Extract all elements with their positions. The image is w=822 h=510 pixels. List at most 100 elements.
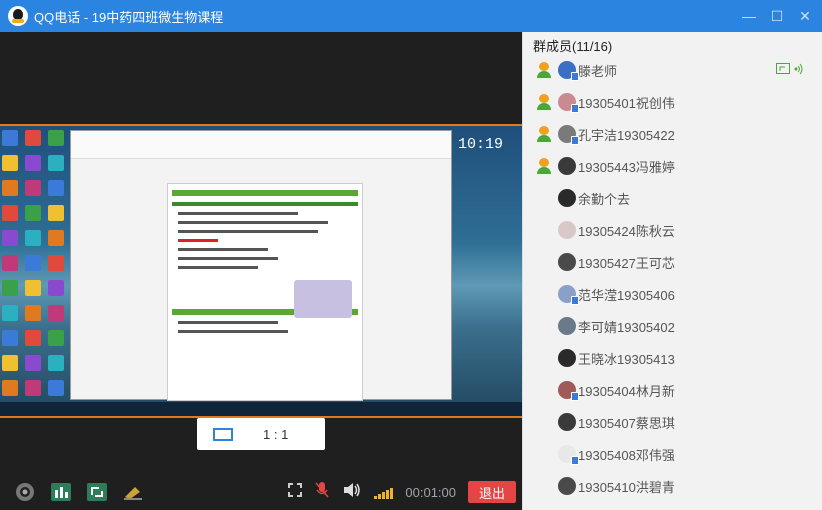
- member-row[interactable]: 19305408邓伟强: [523, 438, 822, 470]
- avatar: [558, 445, 579, 465]
- member-name: 范华滢19305406: [578, 287, 675, 303]
- member-row[interactable]: 孔宇洁19305422: [523, 118, 822, 150]
- desktop-app-icon: [48, 305, 64, 321]
- desktop-app-icon: [48, 380, 64, 396]
- whiteboard-icon[interactable]: [122, 481, 144, 503]
- member-name: 李可婧19305402: [578, 319, 675, 335]
- desktop-icons: [2, 130, 70, 400]
- desktop-app-icon: [2, 205, 18, 221]
- member-name: 19305408邓伟强: [578, 447, 675, 463]
- window-controls: — ☐ ✕: [742, 0, 812, 32]
- avatar: [558, 189, 576, 207]
- desktop-app-icon: [25, 180, 41, 196]
- member-row[interactable]: 19305424陈秋云: [523, 214, 822, 246]
- desktop-app-icon: [2, 380, 18, 396]
- avatar: [558, 413, 576, 431]
- member-list: 滕老师 19305401祝创伟孔宇洁19305422 19305443冯雅婷 余勤个去…: [523, 54, 822, 502]
- desktop-app-icon: [25, 155, 41, 171]
- member-role-spacer: [536, 318, 552, 334]
- desktop-clock: 10:19: [458, 136, 504, 153]
- desktop-app-icon: [48, 155, 64, 171]
- member-row[interactable]: 19305401祝创伟: [523, 86, 822, 118]
- close-button[interactable]: ✕: [798, 9, 812, 23]
- desktop-app-icon: [2, 130, 18, 146]
- member-role-spacer: [536, 190, 552, 206]
- member-name: 19305404林月新: [578, 383, 675, 399]
- desktop-app-icon: [25, 230, 41, 246]
- desktop-app-icon: [2, 280, 18, 296]
- exit-button[interactable]: 退出: [468, 481, 516, 503]
- desktop-app-icon: [25, 355, 41, 371]
- member-row[interactable]: 19305410洪碧青: [523, 470, 822, 502]
- member-row[interactable]: 19305443冯雅婷: [523, 150, 822, 182]
- desktop-app-icon: [2, 330, 18, 346]
- member-row[interactable]: 余勤个去: [523, 182, 822, 214]
- mobile-device-icon: [571, 296, 579, 305]
- member-row[interactable]: 19305407蔡思琪: [523, 406, 822, 438]
- member-row[interactable]: 19305404林月新: [523, 374, 822, 406]
- camera-icon[interactable]: [14, 481, 36, 503]
- bottom-toolbar: 00:01:00 退出: [0, 474, 522, 510]
- avatar: [558, 285, 579, 305]
- avatar: [558, 157, 576, 175]
- mobile-device-icon: [571, 72, 579, 81]
- member-row[interactable]: 滕老师: [523, 54, 822, 86]
- avatar: [558, 125, 579, 145]
- document-image: [294, 280, 352, 318]
- member-role-spacer: [536, 414, 552, 430]
- member-role-spacer: [536, 254, 552, 270]
- stats-icon[interactable]: [50, 481, 72, 503]
- member-name: 19305427王可芯: [578, 255, 675, 271]
- screen-share-icon[interactable]: [86, 481, 108, 503]
- desktop-app-icon: [25, 130, 41, 146]
- avatar: [558, 381, 579, 401]
- member-role-spacer: [536, 446, 552, 462]
- avatar: [558, 61, 579, 81]
- member-name: 19305443冯雅婷: [578, 159, 675, 175]
- desktop-app-icon: [25, 255, 41, 271]
- member-row[interactable]: 王晓冰19305413: [523, 342, 822, 374]
- member-name: 余勤个去: [578, 191, 631, 207]
- mobile-device-icon: [571, 456, 579, 465]
- admin-icon: [536, 62, 552, 78]
- call-timer: 00:01:00: [405, 484, 456, 500]
- signal-icon: [374, 485, 394, 499]
- member-role-spacer: [536, 222, 552, 238]
- member-row[interactable]: 李可婧19305402: [523, 310, 822, 342]
- maximize-button[interactable]: ☐: [770, 9, 784, 23]
- desktop-app-icon: [48, 255, 64, 271]
- fullscreen-icon[interactable]: [288, 482, 303, 502]
- aspect-ratio-label: 1 : 1: [263, 426, 289, 442]
- avatar: [558, 221, 576, 239]
- aspect-ratio-bar[interactable]: 1 : 1: [197, 418, 325, 450]
- member-name: 19305424陈秋云: [578, 223, 675, 239]
- desktop-app-icon: [2, 155, 18, 171]
- admin-icon: [536, 158, 552, 174]
- avatar: [558, 253, 576, 271]
- desktop-app-icon: [2, 305, 18, 321]
- minimize-button[interactable]: —: [742, 9, 756, 23]
- mic-muted-icon[interactable]: [314, 481, 330, 504]
- desktop-app-icon: [25, 330, 41, 346]
- member-name: 孔宇洁19305422: [578, 127, 675, 143]
- member-row[interactable]: 19305427王可芯: [523, 246, 822, 278]
- member-name: 滕老师: [578, 63, 618, 79]
- avatar: [558, 349, 576, 367]
- desktop-app-icon: [48, 330, 64, 346]
- member-row[interactable]: 范华滢19305406: [523, 278, 822, 310]
- desktop-app-icon: [25, 205, 41, 221]
- member-role-spacer: [536, 382, 552, 398]
- shared-document-window: [70, 130, 452, 401]
- desktop-app-icon: [48, 130, 64, 146]
- shared-taskbar: [0, 402, 522, 416]
- shared-screen[interactable]: 10:19: [0, 124, 522, 418]
- window-title: QQ电话 - 19中药四班微生物课程: [34, 9, 224, 25]
- avatar: [558, 93, 579, 113]
- desktop-app-icon: [48, 205, 64, 221]
- aspect-ratio-icon: [213, 427, 233, 441]
- mobile-device-icon: [571, 392, 579, 401]
- speaker-icon[interactable]: [342, 481, 362, 504]
- desktop-app-icon: [2, 255, 18, 271]
- call-controls: 00:01:00 退出: [288, 474, 516, 510]
- title-bar: QQ电话 - 19中药四班微生物课程 — ☐ ✕: [0, 0, 822, 32]
